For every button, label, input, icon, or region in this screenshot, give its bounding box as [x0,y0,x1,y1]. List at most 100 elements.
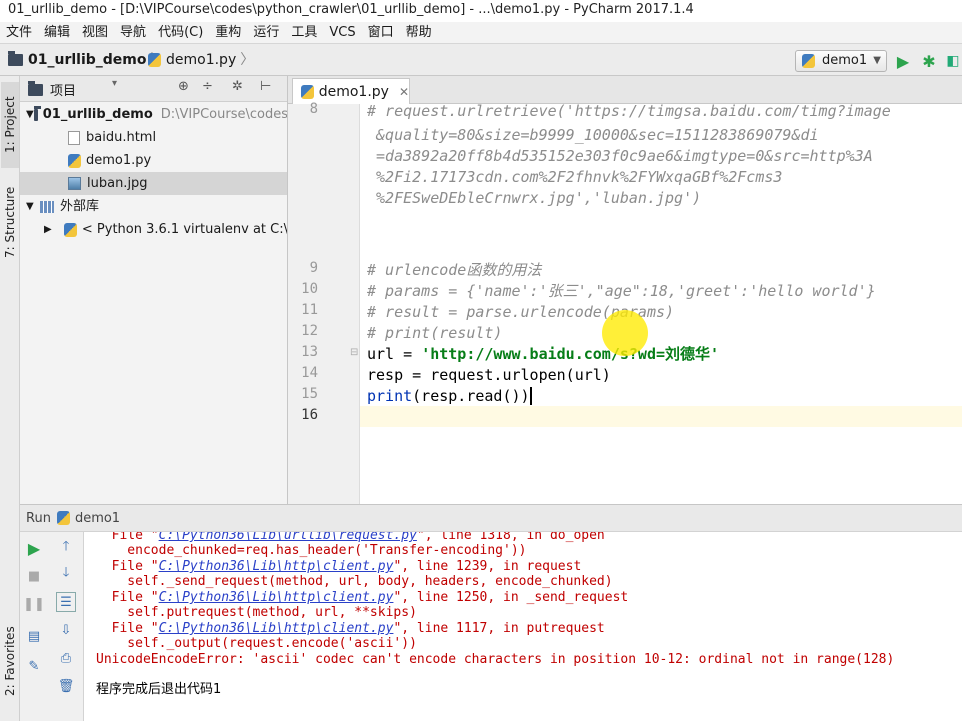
console-line: self._send_request(method, url, body, he… [96,574,613,589]
project-tool-tab[interactable]: 1: Project [1,82,19,168]
run-config-select[interactable]: demo1 ▼ [795,50,887,72]
layout-icon[interactable]: ▤ [24,626,44,646]
console-line: encode_chunked=req.has_header('Transfer-… [96,543,527,558]
favorites-tool-tab[interactable]: 2: Favorites [1,616,19,706]
console-text: ", line 1250, in _send_request [393,590,629,605]
collapse-icon[interactable]: ÷ [202,79,213,94]
menu-window[interactable]: 窗口 [362,22,400,43]
console-line: File "C:\Python36\Lib\urllib\request.py"… [96,532,605,544]
menu-file[interactable]: 文件 [0,22,38,43]
gear-icon[interactable]: ✲ [232,79,243,94]
breadcrumb-file[interactable]: demo1.py 〉 [148,50,254,70]
menu-code[interactable]: 代码(C) [152,22,209,43]
console-exit-line: 程序完成后退出代码1 [96,682,222,697]
console-text: File " [96,532,159,543]
menu-view[interactable]: 视图 [76,22,114,43]
python-file-icon [68,153,81,168]
code-line: &quality=80&size=b9999_10000&sec=1511283… [367,126,819,144]
pin-icon[interactable]: ✎ [24,656,44,676]
arrow-down-icon[interactable]: 🡓 [56,564,76,584]
breadcrumb-separator-icon: 〉 [240,52,255,68]
run-panel-config[interactable]: demo1 [75,511,120,526]
tree-file-luban[interactable]: luban.jpg [20,172,287,195]
soft-wrap-icon[interactable]: ☰ [56,592,76,612]
console-line: self._output(request.encode('ascii')) [96,636,417,651]
run-button[interactable]: ▶ [892,50,914,72]
menu-refactor[interactable]: 重构 [209,22,247,43]
text-cursor [529,387,532,405]
close-icon[interactable]: ✕ [399,85,409,99]
tree-interpreter-label: < Python 3.6.1 virtualenv at C:\ [81,222,288,237]
editor: demo1.py ✕ 8 9 10 11 12 13 14 15 16 ⊟ # … [288,76,962,504]
line-number: 15 [301,386,318,402]
run-console[interactable]: File "C:\Python36\Lib\urllib\request.py"… [84,532,962,721]
trash-icon[interactable]: 🗑 [56,676,76,696]
code-line: # request.urlretrieve('https://timgsa.ba… [367,104,891,120]
menu-navigate[interactable]: 导航 [114,22,152,43]
locate-icon[interactable]: ⊕ [178,79,189,94]
menu-tools[interactable]: 工具 [285,22,323,43]
chevron-down-icon[interactable]: ▾ [112,78,117,89]
breadcrumb-file-label: demo1.py [166,52,237,68]
line-number: 11 [301,302,318,318]
print-icon[interactable]: ⎙ [56,648,76,668]
breadcrumb-project-label: 01_urllib_demo [28,52,147,68]
console-line: self.putrequest(method, url, **skips) [96,605,417,620]
fold-marker-icon[interactable]: ⊟ [350,347,358,358]
menu-run[interactable]: 运行 [247,22,285,43]
breadcrumb-project[interactable]: 01_urllib_demo 〉 [8,50,165,70]
folder-icon [33,105,41,121]
string-literal: 'http://www.baidu.com/s?wd=刘德华' [421,345,720,363]
line-number-current: 16 [301,407,318,423]
pause-icon[interactable]: ❚❚ [23,594,45,614]
hide-panel-icon[interactable]: ⊢ [260,79,271,94]
line-number: 14 [301,365,318,381]
file-link[interactable]: C:\Python36\Lib\http\client.py [159,590,394,605]
rerun-icon[interactable]: ▶ [24,538,44,558]
code-area[interactable]: # request.urlretrieve('https://timgsa.ba… [360,104,962,504]
run-toolbar: ▶ ■ ❚❚ ▤ ✎ [20,532,48,721]
console-text: ", line 1117, in putrequest [393,621,605,636]
tree-ext-libs-label: 外部库 [60,199,100,214]
expand-arrow-icon: ▼ [26,201,34,212]
left-tool-strip: 1: Project 7: Structure 2: Favorites [0,76,20,721]
python-file-icon [802,54,815,68]
tree-file-demo1[interactable]: demo1.py [20,149,287,172]
mouse-cursor-highlight [602,310,648,356]
line-number: 10 [301,281,318,297]
project-view-select[interactable]: 项目 [50,80,76,99]
code-token: url = [367,345,422,363]
file-link[interactable]: C:\Python36\Lib\http\client.py [159,621,394,636]
tree-interpreter[interactable]: ▶ < Python 3.6.1 virtualenv at C:\ [20,218,288,241]
tree-external-libraries[interactable]: ▼ 外部库 [20,195,287,218]
debug-icon[interactable]: ✱ [918,50,940,72]
console-error-line: UnicodeEncodeError: 'ascii' codec can't … [96,652,895,667]
coverage-icon[interactable]: ◧ [942,50,962,72]
file-link[interactable]: C:\Python36\Lib\http\client.py [159,559,394,574]
folder-icon [28,81,43,96]
file-link[interactable]: C:\Python36\Lib\urllib\request.py [159,532,417,543]
tree-root-name: 01_urllib_demo [42,107,153,122]
editor-tab-bar: demo1.py ✕ [288,76,962,104]
run-config-label: demo1 [822,53,868,68]
scroll-to-end-icon[interactable]: ⇩ [56,620,76,640]
tab-label: demo1.py [318,83,389,100]
code-line: resp = request.urlopen(url) [367,366,611,384]
menu-edit[interactable]: 编辑 [38,22,76,43]
arrow-up-icon[interactable]: 🡑 [56,538,76,558]
menu-bar: 文件 编辑 视图 导航 代码(C) 重构 运行 工具 VCS 窗口 帮助 [0,22,962,44]
code-line: =da3892a20ff8b4d535152e303f0c9ae6&imgtyp… [367,147,873,165]
tree-root[interactable]: ▼ 01_urllib_demo D:\VIPCourse\codes [20,103,287,126]
menu-vcs[interactable]: VCS [323,22,361,43]
python-file-icon [148,53,161,67]
console-text: File " [96,590,159,605]
folder-icon [8,51,23,66]
code-line: %2Fi2.17173cdn.com%2F2fhnvk%2FYWxqaGBf%2… [367,168,783,186]
tree-file-baidu[interactable]: baidu.html [20,126,287,149]
code-line: %2FESweDEbleCrnwrx.jpg','luban.jpg') [367,189,702,207]
stop-icon[interactable]: ■ [24,566,44,586]
console-line: File "C:\Python36\Lib\http\client.py", l… [96,590,629,606]
structure-tool-tab[interactable]: 7: Structure [1,176,19,268]
line-number: 13 [301,344,318,360]
menu-help[interactable]: 帮助 [400,22,438,43]
